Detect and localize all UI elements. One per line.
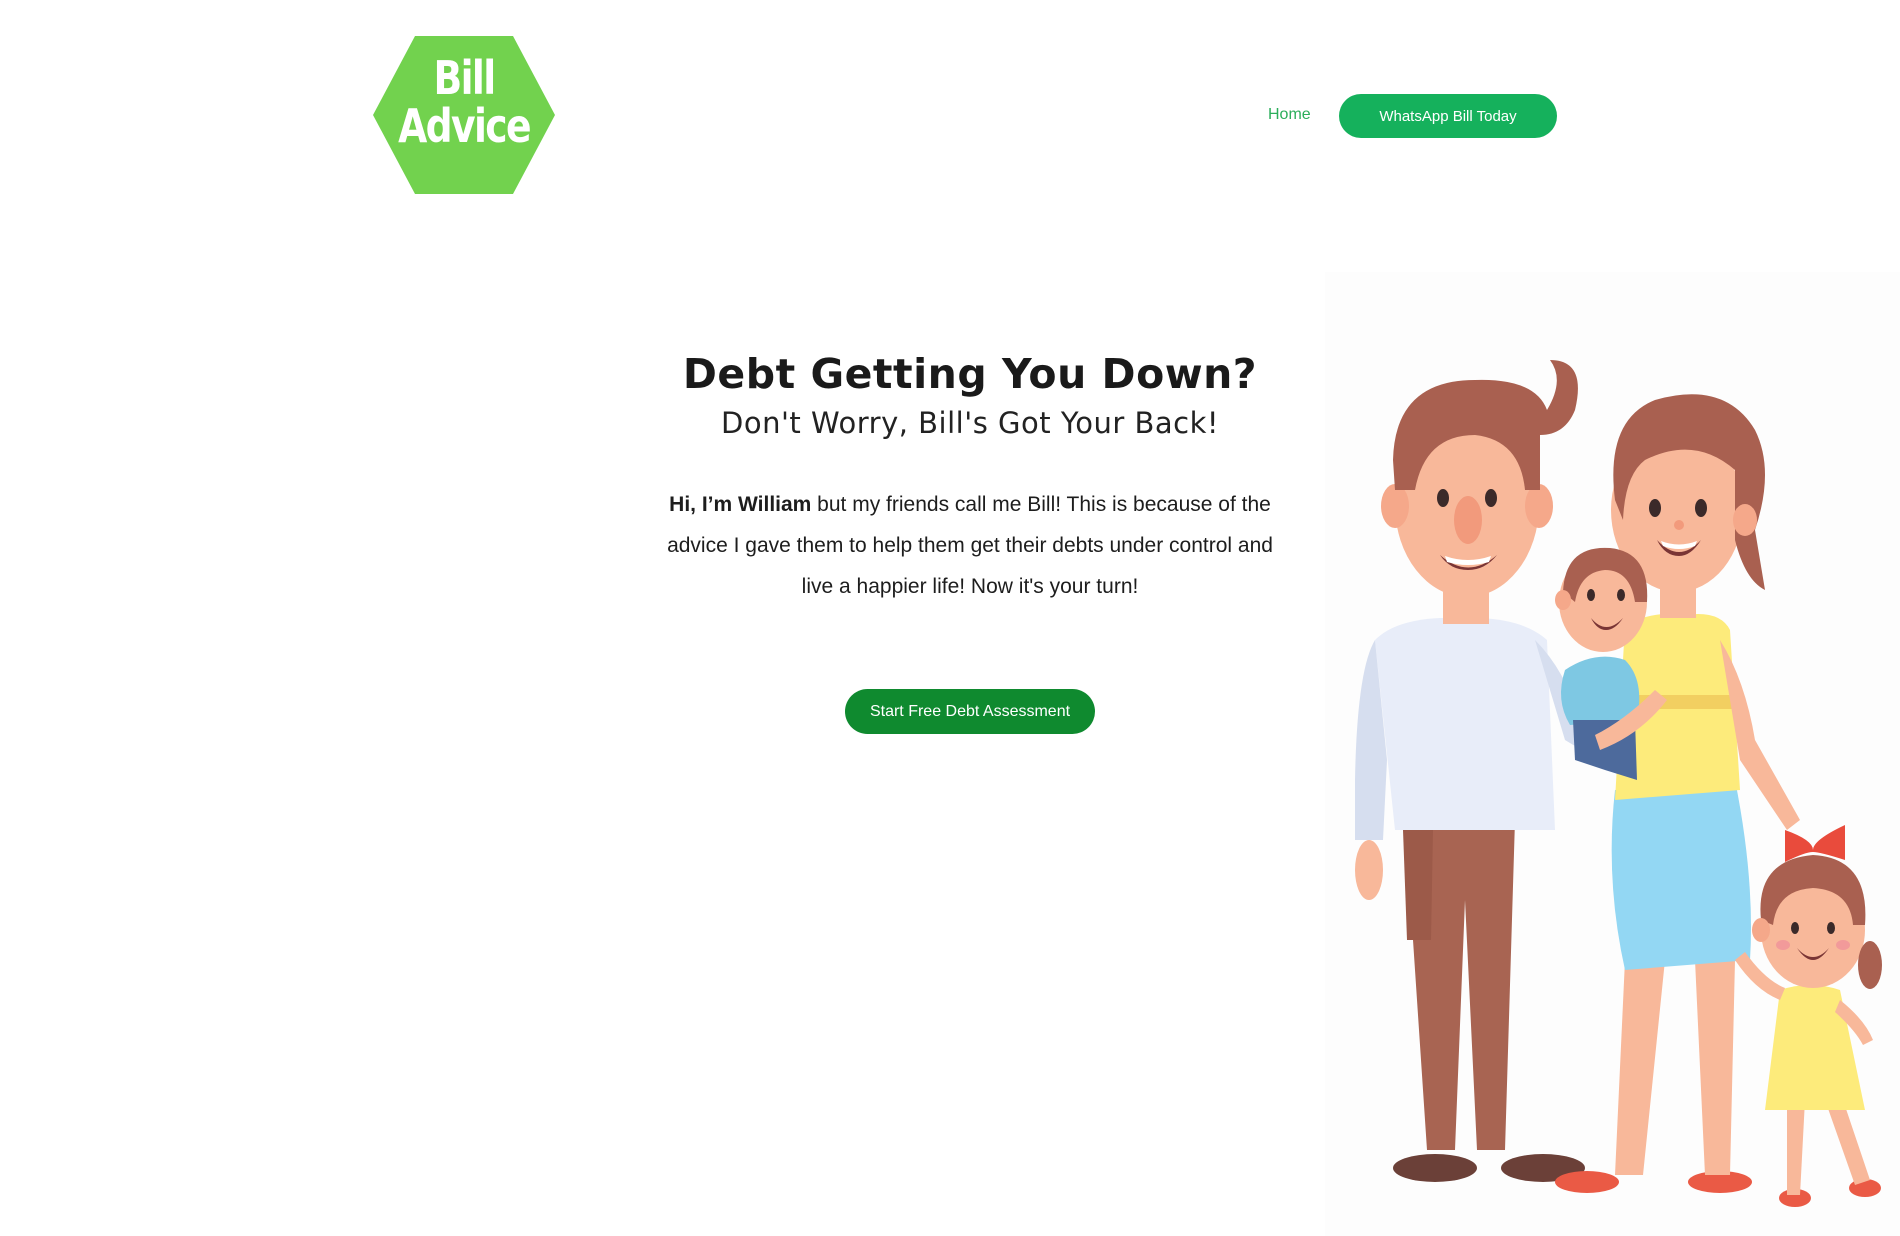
start-assessment-button[interactable]: Start Free Debt Assessment xyxy=(845,689,1095,734)
whatsapp-bill-button[interactable]: WhatsApp Bill Today xyxy=(1339,94,1557,138)
mother-figure xyxy=(1555,394,1800,1193)
logo-line-1: Bill xyxy=(433,51,497,105)
logo-line-2: Advice xyxy=(398,99,531,153)
logo[interactable]: Bill Advice xyxy=(373,36,555,194)
hero-section: Debt Getting You Down? Don't Worry, Bill… xyxy=(600,350,1340,734)
hero-intro-bold: Hi, I’m William xyxy=(669,493,812,516)
hero-subtitle: Don't Worry, Bill's Got Your Back! xyxy=(721,406,1219,440)
page: Bill Advice Home WhatsApp Bill Today Deb… xyxy=(0,0,1900,1236)
girl-figure xyxy=(1735,825,1882,1207)
hero-title: Debt Getting You Down? xyxy=(682,350,1258,398)
hero-intro: Hi, I’m William but my friends call me B… xyxy=(660,484,1280,607)
logo-text: Bill Advice xyxy=(389,54,538,150)
father-figure xyxy=(1355,360,1625,1182)
family-illustration-icon xyxy=(1355,360,1882,1207)
nav-home-link[interactable]: Home xyxy=(1268,106,1311,124)
